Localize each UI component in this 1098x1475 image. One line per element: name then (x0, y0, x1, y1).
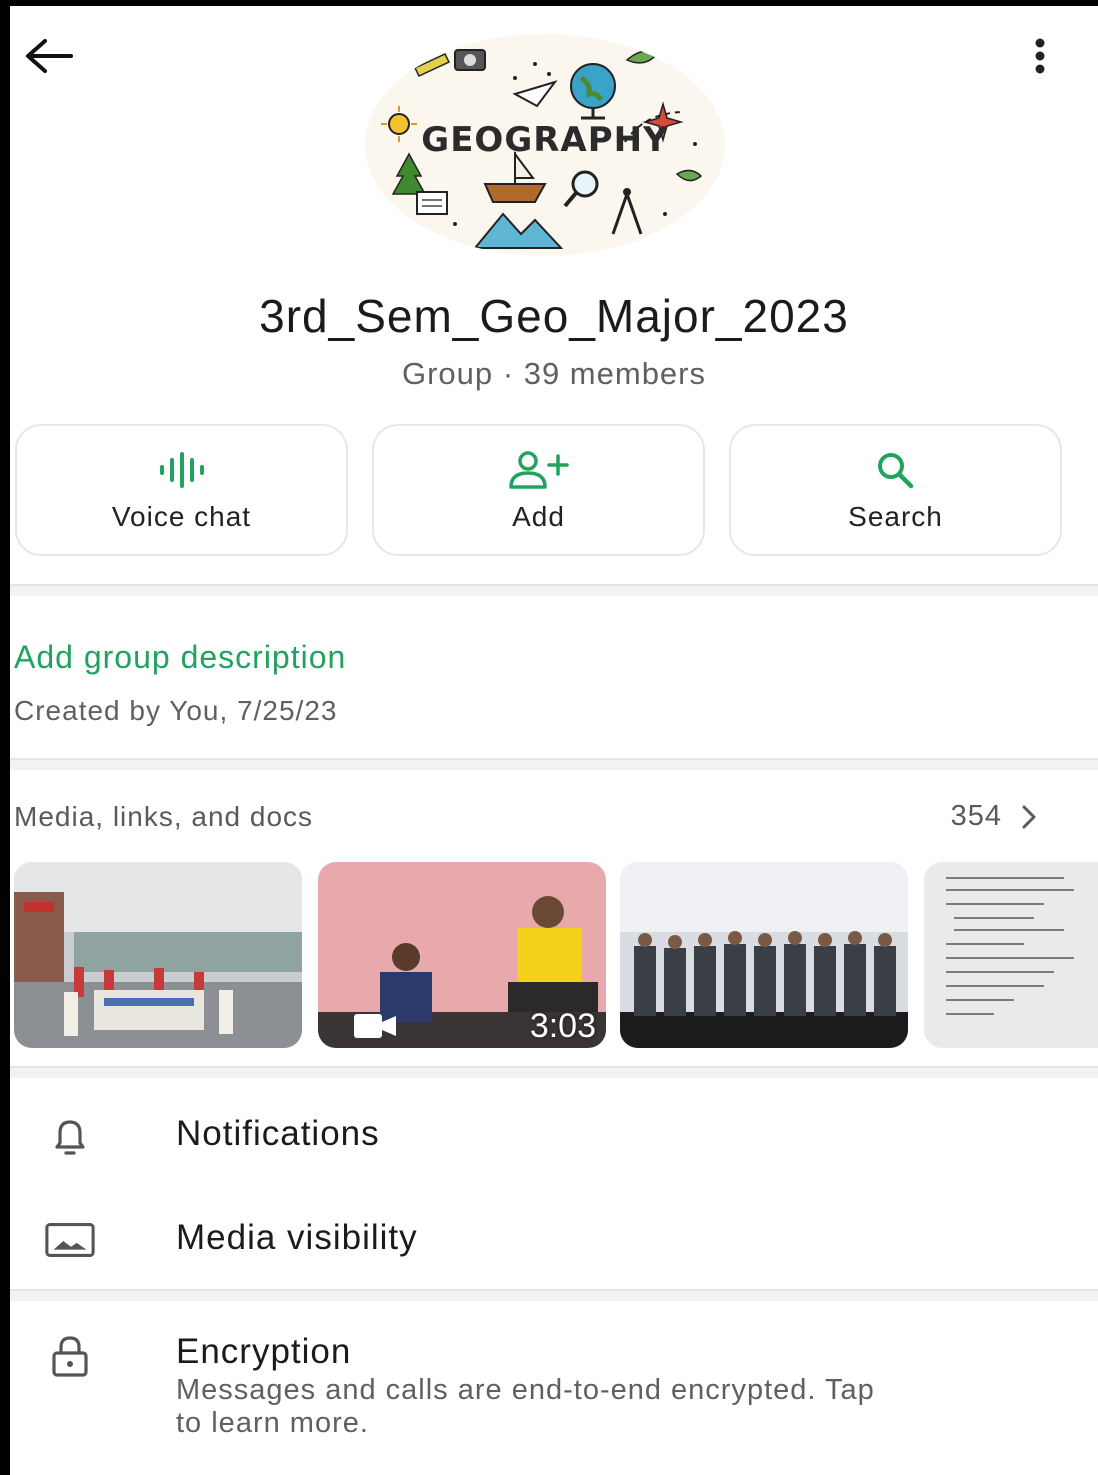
lock-icon (44, 1330, 96, 1382)
image-icon (44, 1214, 96, 1266)
encryption-row[interactable]: Encryption Messages and calls are end-to… (10, 1316, 1098, 1456)
group-info-screen: GEOGRAPHY 3rd_Sem_Geo_Major_2023 Group ·… (0, 0, 1098, 1475)
search-label: Search (848, 501, 943, 532)
media-section-title: Media, links, and docs (14, 801, 314, 832)
voice-chat-label: Voice chat (111, 501, 252, 532)
add-person-icon (374, 450, 703, 494)
add-group-description-link[interactable]: Add group description (14, 639, 346, 676)
media-count-button[interactable]: 354 (951, 800, 1038, 833)
encryption-description: Messages and calls are end-to-end encryp… (176, 1374, 875, 1439)
bell-icon (44, 1110, 96, 1162)
media-thumbnail-document[interactable] (924, 862, 1098, 1048)
document-page-image (924, 862, 1098, 1048)
video-camera-icon (354, 1014, 396, 1038)
add-member-button[interactable]: Add (372, 424, 705, 556)
section-divider (10, 1066, 1098, 1078)
more-vertical-icon (1035, 38, 1045, 74)
back-button[interactable] (20, 32, 76, 80)
media-visibility-row[interactable]: Media visibility (10, 1200, 1098, 1280)
media-visibility-label: Media visibility (176, 1218, 418, 1257)
notifications-row[interactable]: Notifications (10, 1096, 1098, 1176)
street-procession-photo (14, 862, 302, 1048)
section-divider (10, 1289, 1098, 1301)
encryption-label: Encryption (176, 1332, 352, 1371)
media-thumbnail-video[interactable]: 3:03 (318, 862, 606, 1048)
section-divider (10, 584, 1098, 596)
group-avatar[interactable]: GEOGRAPHY (365, 34, 725, 256)
arrow-left-icon (26, 39, 73, 73)
voice-chat-button[interactable]: Voice chat (15, 424, 348, 556)
group-name: 3rd_Sem_Geo_Major_2023 (259, 290, 849, 342)
more-options-button[interactable] (1020, 32, 1060, 80)
voice-wave-icon (17, 450, 346, 494)
group-subtitle: Group · 39 members (402, 356, 706, 391)
media-thumbnail[interactable] (14, 862, 302, 1048)
action-buttons: Voice chat Add Search (15, 424, 1075, 556)
avatar-title: GEOGRAPHY (421, 120, 669, 160)
search-button[interactable]: Search (729, 424, 1062, 556)
media-thumbnail[interactable] (620, 862, 908, 1048)
video-duration: 3:03 (529, 1007, 596, 1045)
chevron-right-icon (1022, 805, 1036, 828)
add-label: Add (512, 501, 565, 532)
notifications-label: Notifications (176, 1114, 380, 1153)
search-icon (731, 450, 1060, 494)
section-divider (10, 758, 1098, 770)
stage-group-photo (620, 862, 908, 1048)
created-by-text: Created by You, 7/25/23 (14, 695, 338, 726)
media-count: 354 (950, 800, 1002, 832)
